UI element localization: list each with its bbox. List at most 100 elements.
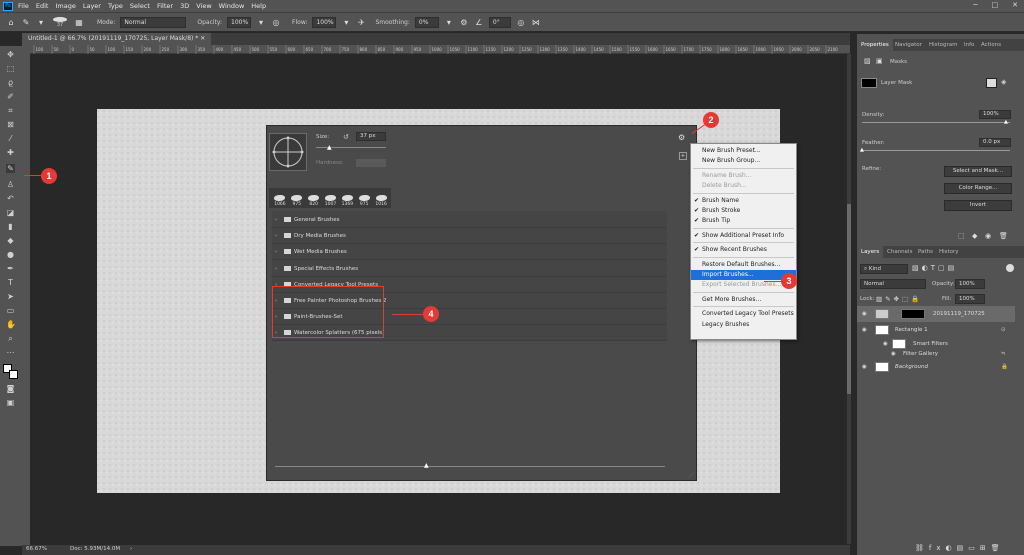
brush-folder-row[interactable]: › General Brushes xyxy=(272,212,667,228)
eraser-tool-icon[interactable]: ◪ xyxy=(6,208,15,217)
color-range-button[interactable]: Color Range... xyxy=(944,183,1012,194)
layer-mask-thumbnail[interactable] xyxy=(901,309,925,319)
hand-tool-icon[interactable]: ✋ xyxy=(6,320,16,329)
menu-item[interactable]: ✔ Brush Tip xyxy=(691,216,796,226)
load-selection-icon[interactable]: ⬚ xyxy=(958,232,965,240)
tab-histogram[interactable]: Histogram xyxy=(925,39,962,51)
eyedropper-tool-icon[interactable]: ⁄ xyxy=(6,134,15,143)
density-slider-thumb[interactable]: ▲ xyxy=(1004,119,1008,125)
tab-actions[interactable]: Actions xyxy=(977,39,1005,51)
airbrush-icon[interactable]: ✈ xyxy=(356,17,366,27)
menu-item[interactable]: ✔ Brush Name xyxy=(691,196,796,206)
vertical-scroll-thumb[interactable] xyxy=(847,204,851,394)
filter-toggle-icon[interactable] xyxy=(1006,264,1014,272)
menu-select[interactable]: Select xyxy=(130,2,150,10)
feather-slider-thumb[interactable]: ▲ xyxy=(860,147,864,153)
frame-tool-icon[interactable]: ⊠ xyxy=(6,120,15,129)
brush-preset-picker[interactable]: 37 xyxy=(51,16,69,28)
layer-row-background[interactable]: ◉ Background 🔒 xyxy=(857,359,1015,375)
pressure-opacity-icon[interactable]: ◎ xyxy=(271,17,281,27)
menu-item[interactable]: Get More Brushes... xyxy=(691,295,796,305)
hardness-input[interactable] xyxy=(356,159,386,167)
tab-history[interactable]: History xyxy=(935,246,963,258)
zoom-level[interactable]: 66.67% xyxy=(26,546,47,552)
blur-tool-icon[interactable]: ◆ xyxy=(6,236,15,245)
menu-window[interactable]: Window xyxy=(219,2,245,10)
tab-paths[interactable]: Paths xyxy=(914,246,937,258)
lock-icons[interactable]: ▨✎✥⬚🔒 xyxy=(876,295,922,303)
pen-tool-icon[interactable]: ✒ xyxy=(6,264,15,273)
tab-navigator[interactable]: Navigator xyxy=(891,39,926,51)
size-input[interactable]: 37 px xyxy=(356,132,386,141)
menu-item[interactable]: New Brush Preset... xyxy=(691,146,796,156)
mask-select-icon[interactable] xyxy=(986,78,997,88)
symmetry-icon[interactable]: ⋈ xyxy=(531,17,541,27)
eye-icon[interactable]: ◉ xyxy=(862,359,867,375)
chevron-down-icon[interactable]: ▾ xyxy=(36,17,46,27)
eye-icon[interactable]: ◉ xyxy=(985,232,991,240)
chevron-down-icon[interactable]: ▾ xyxy=(444,17,454,27)
mode-select[interactable]: Normal xyxy=(120,16,187,28)
gear-icon[interactable]: ⚙ xyxy=(459,17,469,27)
brush-folder-row[interactable]: › Wet Media Brushes xyxy=(272,244,667,261)
menu-item[interactable]: New Brush Group... xyxy=(691,156,796,166)
tab-properties[interactable]: Properties xyxy=(857,39,893,51)
menu-type[interactable]: Type xyxy=(108,2,123,10)
recent-brush-swatch[interactable]: 820 xyxy=(306,189,322,207)
minimize-icon[interactable]: ─ xyxy=(973,1,977,9)
chevron-right-icon[interactable]: › xyxy=(275,228,277,244)
recent-brush-swatch[interactable]: 975 xyxy=(356,189,372,207)
layer-opacity-input[interactable]: 100% xyxy=(955,279,985,289)
gear-icon[interactable]: ⚙ xyxy=(678,133,685,142)
menu-3d[interactable]: 3D xyxy=(180,2,189,10)
menu-item[interactable]: Restore Default Brushes... xyxy=(691,260,796,270)
density-slider[interactable] xyxy=(862,122,1010,123)
feather-input[interactable]: 0.0 px xyxy=(979,138,1011,147)
lasso-tool-icon[interactable]: ϱ xyxy=(6,78,15,87)
select-and-mask-button[interactable]: Select and Mask... xyxy=(944,166,1012,177)
quick-mask-icon[interactable]: ◙ xyxy=(6,384,15,393)
preview-size-slider[interactable] xyxy=(275,466,665,467)
zoom-tool-icon[interactable]: ⌕ xyxy=(6,334,15,343)
preview-size-thumb[interactable]: ▲ xyxy=(424,462,429,469)
menu-file[interactable]: File xyxy=(18,2,29,10)
reset-size-icon[interactable]: ↺ xyxy=(343,133,349,141)
chevron-down-icon[interactable]: ▾ xyxy=(256,17,266,27)
opacity-input[interactable]: 100% xyxy=(227,16,252,28)
recent-brush-swatch[interactable]: 1369 xyxy=(339,189,355,207)
recent-brush-swatch[interactable]: 1066 xyxy=(272,189,288,207)
chevron-right-icon[interactable]: › xyxy=(130,546,132,552)
close-tab-icon[interactable]: ✕ xyxy=(200,35,205,42)
crop-tool-icon[interactable]: ⌗ xyxy=(6,106,15,115)
recent-brush-swatch[interactable]: 1007 xyxy=(323,189,339,207)
menu-item[interactable]: ✔ Show Recent Brushes xyxy=(691,245,796,255)
document-tab[interactable]: Untitled-1 @ 66.7% (20191119_170725, Lay… xyxy=(22,33,212,45)
tab-info[interactable]: Info xyxy=(960,39,978,51)
dodge-tool-icon[interactable]: ● xyxy=(6,250,15,259)
stamp-tool-icon[interactable]: ♙ xyxy=(6,180,15,189)
screen-mode-icon[interactable]: ▣ xyxy=(6,398,15,407)
add-vector-mask-icon[interactable]: ◈ xyxy=(1001,78,1006,86)
quick-select-tool-icon[interactable]: ✐ xyxy=(6,92,15,101)
tab-channels[interactable]: Channels xyxy=(883,246,916,258)
path-select-tool-icon[interactable]: ➤ xyxy=(6,292,15,301)
new-preset-icon[interactable]: + xyxy=(679,152,687,160)
layer-actions-icons[interactable]: ⛓fx◐▤▭⊞🗑 xyxy=(915,544,1005,552)
move-tool-icon[interactable]: ✥ xyxy=(6,50,15,59)
menu-item[interactable]: ✔ Brush Stroke xyxy=(691,206,796,216)
angle-input[interactable]: 0° xyxy=(488,16,511,28)
menu-help[interactable]: Help xyxy=(251,2,266,10)
recent-brush-swatch[interactable]: 1016 xyxy=(373,189,389,207)
tab-layers[interactable]: Layers xyxy=(857,246,884,258)
chevron-right-icon[interactable]: › xyxy=(275,244,277,260)
chevron-right-icon[interactable]: › xyxy=(275,261,277,277)
brush-tool-icon[interactable]: ✎ xyxy=(6,164,15,173)
chevron-down-icon[interactable]: ▾ xyxy=(341,17,351,27)
size-slider-thumb[interactable]: ▲ xyxy=(327,144,332,151)
shape-tool-icon[interactable]: ▭ xyxy=(6,306,15,315)
resize-grip-icon[interactable]: ⋰ xyxy=(688,472,694,479)
apply-mask-icon[interactable]: ◆ xyxy=(972,232,977,240)
chevron-right-icon[interactable]: › xyxy=(275,212,277,228)
healing-tool-icon[interactable]: ✚ xyxy=(6,148,15,157)
brush-folder-row[interactable]: › Special Effects Brushes xyxy=(272,261,667,277)
